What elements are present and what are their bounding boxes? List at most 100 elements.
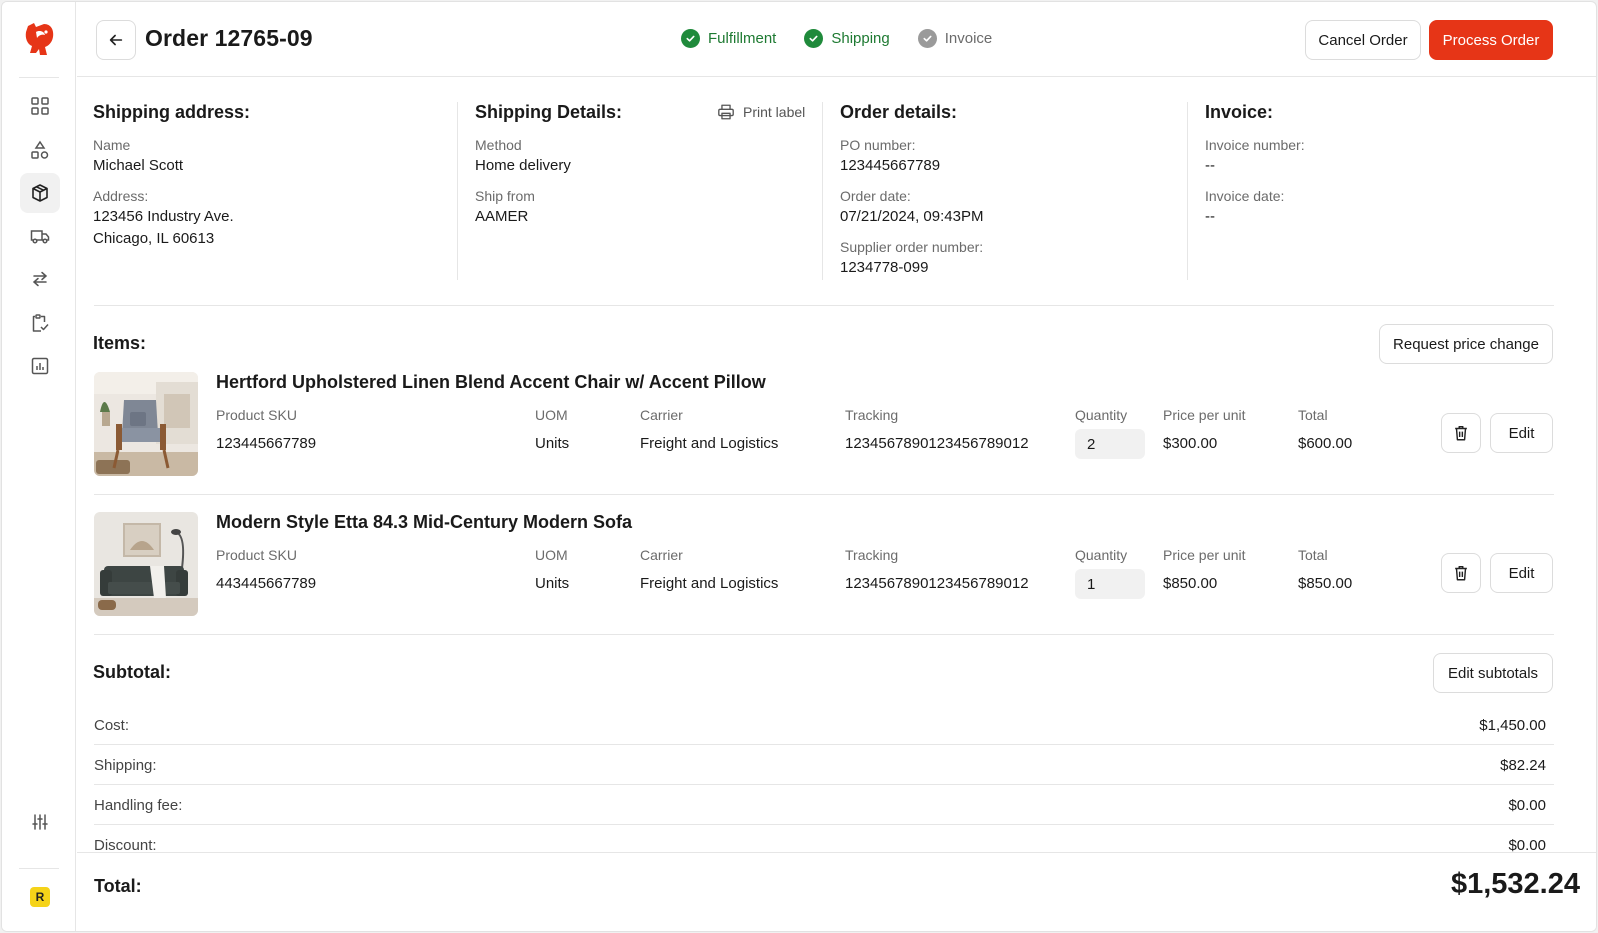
product-carrier: Freight and Logistics <box>640 435 779 452</box>
check-circle-icon <box>917 29 937 48</box>
page-header: Order 12765-09 Fulfillment Shipping Invo… <box>77 2 1596 77</box>
ship-from-value: AAMER <box>475 208 529 225</box>
order-progress-steps: Fulfillment Shipping Invoice <box>681 29 992 48</box>
order-date-label: Order date: <box>840 188 911 204</box>
po-number-label: PO number: <box>840 137 916 153</box>
product-uom: Units <box>535 435 570 452</box>
total-bar: Total: $1,532.24 <box>77 852 1596 931</box>
print-label-button[interactable]: Print label <box>717 103 805 121</box>
check-circle-icon <box>681 29 700 48</box>
col-sku-label: Product SKU <box>216 407 297 423</box>
step-label: Invoice <box>944 30 993 47</box>
order-details-panel: Order details: PO number: 123445667789 O… <box>840 102 983 288</box>
section-title: Order details: <box>840 102 958 122</box>
sliders-icon <box>32 814 48 830</box>
truck-icon <box>30 230 50 244</box>
invoice-panel: Invoice: Invoice number: -- Invoice date… <box>1205 102 1305 237</box>
col-sku-label: Product SKU <box>216 547 297 563</box>
nav-dashboard[interactable] <box>20 86 60 126</box>
column-divider <box>457 102 458 280</box>
product-tracking: 1234567890123456789012 <box>845 435 1029 452</box>
subtotal-value: $1,450.00 <box>1479 717 1546 734</box>
printer-icon <box>718 104 734 120</box>
clipboard-check-icon <box>32 314 49 332</box>
product-uom: Units <box>535 575 570 592</box>
transfer-icon <box>32 271 48 287</box>
box-icon <box>32 184 48 202</box>
sidebar-divider <box>19 77 59 78</box>
col-carrier-label: Carrier <box>640 407 683 423</box>
back-button[interactable] <box>96 20 136 60</box>
shipping-details-panel: Shipping Details: Method Home delivery S… <box>475 102 622 237</box>
product-sku: 443445667789 <box>216 575 317 592</box>
subtotal-value: $82.24 <box>1500 757 1546 774</box>
item-divider <box>94 494 1554 495</box>
nav-catalog[interactable] <box>20 130 60 170</box>
col-quantity-label: Quantity <box>1075 547 1128 563</box>
nav-shipments[interactable] <box>20 216 60 256</box>
cancel-order-button[interactable]: Cancel Order <box>1305 20 1421 60</box>
address-line-1: 123456 Industry Ave. <box>93 208 234 225</box>
trash-icon <box>1455 565 1467 581</box>
shipping-address-panel: Shipping address: Name Michael Scott Add… <box>93 102 250 259</box>
subtotal-row-cost: Cost: $1,450.00 <box>94 705 1554 745</box>
product-image-chair <box>94 372 198 476</box>
address-line-2: Chicago, IL 60613 <box>93 230 215 247</box>
address-label: Address: <box>93 188 149 204</box>
section-title: Shipping address: <box>93 102 251 122</box>
app-frame: R Order 12765-09 Fulfillment Shipping In… <box>1 1 1597 932</box>
edit-item-button[interactable]: Edit <box>1490 413 1553 453</box>
method-label: Method <box>475 137 522 153</box>
supplier-order-number: 1234778-099 <box>840 259 929 276</box>
quantity-field[interactable]: 1 <box>1075 569 1145 599</box>
nav-transfers[interactable] <box>20 259 60 299</box>
items-title: Items: <box>93 333 147 353</box>
col-uom-label: UOM <box>535 407 568 423</box>
col-price-label: Price per unit <box>1163 547 1246 563</box>
print-label-text: Print label <box>743 104 806 120</box>
product-carrier: Freight and Logistics <box>640 575 779 592</box>
product-total: $850.00 <box>1298 575 1353 592</box>
edit-subtotals-button[interactable]: Edit subtotals <box>1433 653 1553 693</box>
column-divider <box>822 102 823 280</box>
nav-orders[interactable] <box>20 173 60 213</box>
page-title: Order 12765-09 <box>145 25 313 51</box>
sidebar: R <box>2 2 76 931</box>
section-divider <box>94 305 1554 306</box>
product-total: $600.00 <box>1298 435 1353 452</box>
invoice-date: -- <box>1205 208 1215 225</box>
quantity-field[interactable]: 2 <box>1075 429 1145 459</box>
product-price: $850.00 <box>1163 575 1218 592</box>
supplier-order-label: Supplier order number: <box>840 239 984 255</box>
avatar[interactable]: R <box>30 887 50 907</box>
arrow-left-icon <box>109 34 123 46</box>
invoice-number: -- <box>1205 157 1215 174</box>
nav-tasks[interactable] <box>20 303 60 343</box>
shipping-method: Home delivery <box>475 157 571 174</box>
ship-from-label: Ship from <box>475 188 535 204</box>
delete-item-button[interactable] <box>1441 553 1481 593</box>
invoice-number-label: Invoice number: <box>1205 137 1305 153</box>
col-uom-label: UOM <box>535 547 568 563</box>
step-shipping: Shipping <box>804 29 890 48</box>
col-quantity-label: Quantity <box>1075 407 1128 423</box>
order-date: 07/21/2024, 09:43PM <box>840 208 984 225</box>
product-image-sofa <box>94 512 198 616</box>
delete-item-button[interactable] <box>1441 413 1481 453</box>
trash-icon <box>1455 425 1467 441</box>
invoice-date-label: Invoice date: <box>1205 188 1285 204</box>
nav-reports[interactable] <box>20 346 60 386</box>
subtotal-label: Cost: <box>94 717 130 734</box>
check-circle-icon <box>804 29 824 48</box>
report-icon <box>31 357 49 375</box>
col-carrier-label: Carrier <box>640 547 683 563</box>
brand-logo-icon[interactable] <box>22 20 56 58</box>
request-price-change-button[interactable]: Request price change <box>1379 324 1553 364</box>
edit-item-button[interactable]: Edit <box>1490 553 1553 593</box>
section-title: Shipping Details: <box>475 102 623 122</box>
nav-settings[interactable] <box>20 802 60 842</box>
product-sku: 123445667789 <box>216 435 317 452</box>
product-price: $300.00 <box>1163 435 1218 452</box>
process-order-button[interactable]: Process Order <box>1429 20 1553 60</box>
col-tracking-label: Tracking <box>845 547 899 563</box>
